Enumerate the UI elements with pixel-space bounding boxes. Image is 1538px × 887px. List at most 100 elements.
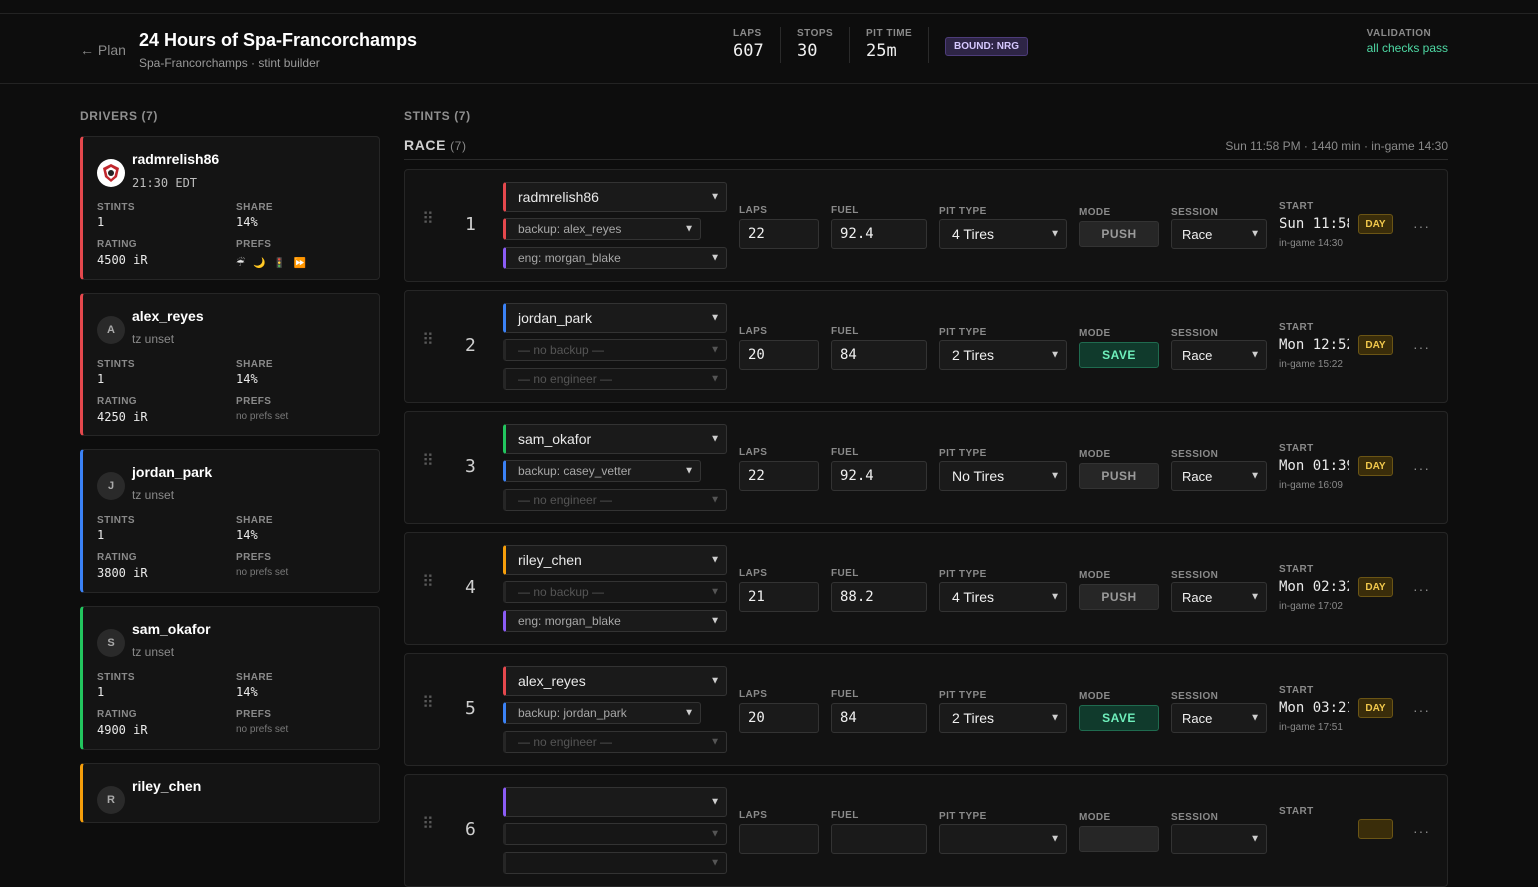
driver-card[interactable]: Rriley_chen: [80, 763, 380, 823]
stint-row[interactable]: ⠿ 2 jordan_park ▼ — no backup — ▼ — no e…: [404, 290, 1448, 403]
engineer-select[interactable]: — no engineer — ▼: [503, 489, 727, 511]
more-options-icon[interactable]: ···: [1413, 581, 1430, 597]
more-options-icon[interactable]: ···: [1413, 339, 1430, 355]
pit-type-value: 4 Tires: [952, 226, 995, 242]
driver-card[interactable]: radmrelish86 21:30 EDT STINTS 1 SHARE 14%…: [80, 136, 380, 280]
engineer-select[interactable]: — no engineer — ▼: [503, 731, 727, 753]
laps-input[interactable]: 20: [739, 703, 819, 733]
more-options-icon[interactable]: ···: [1413, 218, 1430, 234]
driver-select[interactable]: ▼: [503, 787, 727, 817]
more-options-icon[interactable]: ···: [1413, 702, 1430, 718]
session-select[interactable]: Race ▼: [1171, 582, 1267, 612]
backup-driver-select[interactable]: backup: casey_vetter ▼: [503, 460, 701, 482]
drag-handle-icon[interactable]: ⠿: [422, 696, 436, 720]
backup-driver-select[interactable]: — no backup — ▼: [503, 581, 727, 603]
pit-type-select[interactable]: 4 Tires ▼: [939, 582, 1067, 612]
fuel-input[interactable]: 92.4: [831, 461, 927, 491]
drag-handle-icon[interactable]: ⠿: [422, 454, 436, 478]
fuel-input[interactable]: 92.4: [831, 219, 927, 249]
session-select[interactable]: ▼: [1171, 824, 1267, 854]
pit-type-select[interactable]: No Tires ▼: [939, 461, 1067, 491]
start-time: Sun 11:58 PM: [1279, 216, 1349, 232]
laps-input[interactable]: 20: [739, 340, 819, 370]
backup-driver-select[interactable]: ▼: [503, 823, 727, 845]
laps-input[interactable]: 22: [739, 461, 819, 491]
engineer-select[interactable]: — no engineer — ▼: [503, 368, 727, 390]
drag-handle-icon[interactable]: ⠿: [422, 817, 436, 841]
driver-select[interactable]: riley_chen ▼: [503, 545, 727, 575]
driver-select[interactable]: jordan_park ▼: [503, 303, 727, 333]
start-time: Mon 03:21 AM: [1279, 700, 1349, 716]
session-select[interactable]: Race ▼: [1171, 219, 1267, 249]
race-count: (7): [450, 139, 467, 153]
chevron-down-icon: ▼: [1050, 349, 1060, 361]
mode-toggle[interactable]: SAVE: [1079, 705, 1159, 731]
stat-label: STOPS: [797, 28, 834, 39]
drag-handle-icon[interactable]: ⠿: [422, 333, 436, 357]
top-strip: [0, 0, 1538, 14]
chevron-down-icon: ▼: [1250, 349, 1260, 361]
stat-value: 607: [733, 41, 764, 61]
mode-toggle[interactable]: PUSH: [1079, 463, 1159, 489]
more-options-icon[interactable]: ···: [1413, 823, 1430, 839]
time-of-day-badge: DAY: [1358, 335, 1393, 355]
driver-select[interactable]: sam_okafor ▼: [503, 424, 727, 454]
session-value: Race: [1182, 589, 1213, 605]
fuel-input[interactable]: 84: [831, 340, 927, 370]
chevron-down-icon: ▼: [710, 433, 720, 445]
pit-type-select[interactable]: 2 Tires ▼: [939, 340, 1067, 370]
session-select[interactable]: Race ▼: [1171, 461, 1267, 491]
pit-type-label: PIT TYPE: [939, 327, 987, 338]
mode-toggle[interactable]: PUSH: [1079, 221, 1159, 247]
engineer-select[interactable]: eng: morgan_blake ▼: [503, 610, 727, 632]
backup-driver-select[interactable]: backup: alex_reyes ▼: [503, 218, 701, 240]
divider: [780, 27, 781, 63]
driver-card[interactable]: Jjordan_park tz unset STINTS 1 SHARE 14% …: [80, 449, 380, 593]
driver-select[interactable]: alex_reyes ▼: [503, 666, 727, 696]
chevron-down-icon: ▼: [1250, 833, 1260, 845]
pit-type-select[interactable]: 4 Tires ▼: [939, 219, 1067, 249]
validation-value[interactable]: all checks pass: [1367, 41, 1448, 55]
stint-row[interactable]: ⠿ 5 alex_reyes ▼ backup: jordan_park ▼ —…: [404, 653, 1448, 766]
pit-type-select[interactable]: ▼: [939, 824, 1067, 854]
session-value: Race: [1182, 710, 1213, 726]
mode-toggle[interactable]: [1079, 826, 1159, 852]
stint-row[interactable]: ⠿ 3 sam_okafor ▼ backup: casey_vetter ▼ …: [404, 411, 1448, 524]
session-label: SESSION: [1171, 328, 1219, 339]
driver-select[interactable]: radmrelish86 ▼: [503, 182, 727, 212]
session-select[interactable]: Race ▼: [1171, 703, 1267, 733]
mode-toggle[interactable]: PUSH: [1079, 584, 1159, 610]
engineer-select-value: eng: morgan_blake: [518, 614, 621, 628]
laps-input[interactable]: [739, 824, 819, 854]
laps-input[interactable]: 21: [739, 582, 819, 612]
in-game-time: in-game 14:30: [1279, 238, 1343, 249]
validation-label: VALIDATION: [1366, 28, 1432, 39]
driver-stints: 1: [97, 372, 105, 386]
pit-type-select[interactable]: 2 Tires ▼: [939, 703, 1067, 733]
backup-driver-select[interactable]: — no backup — ▼: [503, 339, 727, 361]
stints-label: STINTS: [97, 359, 135, 370]
driver-card[interactable]: Aalex_reyes tz unset STINTS 1 SHARE 14% R…: [80, 293, 380, 436]
stint-row[interactable]: ⠿ 1 radmrelish86 ▼ backup: alex_reyes ▼ …: [404, 169, 1448, 282]
more-options-icon[interactable]: ···: [1413, 460, 1430, 476]
driver-name: riley_chen: [132, 778, 202, 794]
engineer-select[interactable]: eng: morgan_blake ▼: [503, 247, 727, 269]
fuel-input[interactable]: 88.2: [831, 582, 927, 612]
laps-input[interactable]: 22: [739, 219, 819, 249]
fuel-input[interactable]: 84: [831, 703, 927, 733]
back-to-plan-link[interactable]: ← Plan: [80, 42, 126, 58]
fuel-input[interactable]: [831, 824, 927, 854]
drag-handle-icon[interactable]: ⠿: [422, 575, 436, 599]
stint-row[interactable]: ⠿ 6 ▼ ▼ ▼ LAPS FUEL PIT TYPE ▼ MODE SESS…: [404, 774, 1448, 887]
engineer-select[interactable]: ▼: [503, 852, 727, 874]
session-value: Race: [1182, 347, 1213, 363]
stint-row[interactable]: ⠿ 4 riley_chen ▼ — no backup — ▼ eng: mo…: [404, 532, 1448, 645]
driver-timezone: 21:30 EDT: [132, 176, 198, 190]
session-select[interactable]: Race ▼: [1171, 340, 1267, 370]
laps-label: LAPS: [739, 568, 768, 579]
stat-value: 30: [797, 41, 818, 61]
mode-toggle[interactable]: SAVE: [1079, 342, 1159, 368]
backup-driver-select[interactable]: backup: jordan_park ▼: [503, 702, 701, 724]
driver-card[interactable]: Ssam_okafor tz unset STINTS 1 SHARE 14% R…: [80, 606, 380, 750]
drag-handle-icon[interactable]: ⠿: [422, 212, 436, 236]
